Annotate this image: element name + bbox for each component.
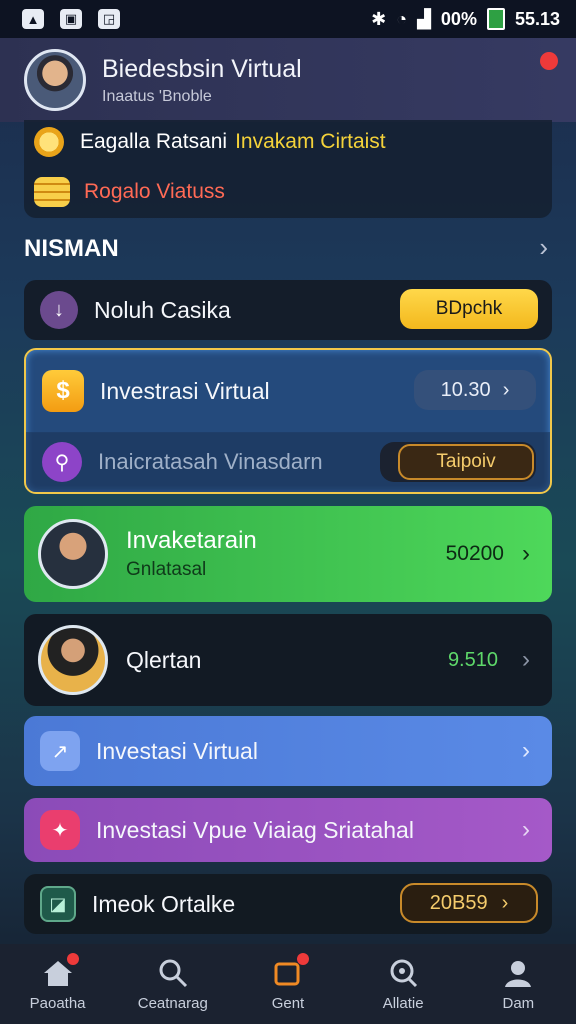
a-icon: ▲ bbox=[22, 9, 44, 29]
reward-row-2[interactable]: Rogalo Viatuss bbox=[34, 172, 225, 212]
card7-value: 20B59 bbox=[429, 891, 488, 914]
battery-icon bbox=[486, 8, 505, 30]
card2-value: 10.30 bbox=[440, 378, 491, 401]
card-label: Investasi Vpue Viaiag Sriatahal bbox=[96, 816, 414, 843]
person-avatar bbox=[38, 625, 108, 695]
search-icon bbox=[156, 957, 190, 989]
nav-item-analytics[interactable]: Allatie bbox=[353, 957, 453, 1012]
header-text: Biedesbsin Virtual Inaatus 'Bnoble bbox=[102, 55, 302, 106]
home-icon bbox=[41, 952, 79, 989]
coin-icon bbox=[34, 127, 64, 157]
card2-value-pill[interactable]: 10.30 › bbox=[414, 370, 536, 410]
reward-row-1[interactable]: Eagalla Ratsani Invakam Cirtaist bbox=[34, 122, 386, 162]
card-investasi-virtual-highlight[interactable]: $ Investrasi Virtual 10.30 › ⚲ Inaicrata… bbox=[24, 348, 552, 494]
status-left-icons: ▲ ▣ ◲ bbox=[22, 9, 120, 29]
card2-bottom-row[interactable]: ⚲ Inaicratasah Vinasdarn Taipoiv bbox=[26, 432, 550, 492]
card-qlertan[interactable]: Qlertan 9.510 › bbox=[24, 614, 552, 706]
image-icon: ▣ bbox=[60, 9, 82, 29]
cart-badge-icon bbox=[296, 952, 309, 965]
bottom-nav: Paoatha Ceatnarag Gent Allatie Dam bbox=[0, 944, 576, 1024]
bluetooth-icon: ✱ bbox=[371, 8, 387, 29]
card7-value-pill[interactable]: 20B59 › bbox=[400, 883, 538, 923]
nav-label: Gent bbox=[271, 994, 305, 1012]
analytics-icon bbox=[386, 957, 420, 989]
cast-icon: ◲ bbox=[98, 9, 120, 29]
card1-action-button[interactable]: BDpchk bbox=[400, 289, 538, 329]
chevron-right-icon[interactable]: › bbox=[522, 540, 530, 568]
battery-text: 00% bbox=[440, 8, 477, 29]
card2-sub-button[interactable]: Taipoiv bbox=[398, 444, 534, 480]
card-noluh-casika[interactable]: ↓ Noluh Casika BDpchk bbox=[24, 280, 552, 340]
section-chevron-icon[interactable]: › bbox=[539, 232, 548, 263]
card3-value: 50200 bbox=[445, 542, 504, 565]
nav-item-profile[interactable]: Dam bbox=[468, 957, 568, 1012]
card3-title: Invaketarain bbox=[126, 527, 257, 554]
arrow-down-icon: ↓ bbox=[40, 291, 78, 329]
chevron-right-icon: › bbox=[502, 378, 510, 401]
profile-header[interactable]: Biedesbsin Virtual Inaatus 'Bnoble bbox=[0, 38, 576, 122]
signal-icon: ▟ bbox=[417, 8, 431, 29]
card-label: Investrasi Virtual bbox=[100, 377, 270, 404]
chevron-right-icon[interactable]: › bbox=[522, 737, 530, 765]
cart-icon bbox=[271, 952, 309, 989]
card3-subtitle: Gnlatasal bbox=[126, 559, 207, 580]
nav-label: Dam bbox=[502, 994, 535, 1012]
card-label: Investasi Virtual bbox=[96, 737, 258, 764]
card-label: Imeok Ortalke bbox=[92, 890, 236, 917]
reward-card[interactable]: Eagalla Ratsani Invakam Cirtaist Rogalo … bbox=[24, 120, 552, 218]
person-avatar bbox=[38, 519, 108, 589]
notification-badge-icon[interactable] bbox=[540, 52, 558, 70]
link-icon: ⚲ bbox=[42, 442, 82, 482]
nav-label: Ceatnarag bbox=[137, 994, 208, 1012]
status-bar: ▲ ▣ ◲ ✱ ◔ ▟ 00% 55.13 bbox=[0, 0, 576, 38]
rocket-icon: ✦ bbox=[40, 810, 80, 850]
chevron-right-icon[interactable]: › bbox=[522, 816, 530, 844]
nav-label: Paoatha bbox=[29, 994, 86, 1012]
reward-line1-text: Eagalla Ratsani bbox=[80, 130, 228, 153]
wifi-icon: ◔ bbox=[396, 8, 408, 29]
card-investasi-vpue[interactable]: ✦ Investasi Vpue Viaiag Sriatahal › bbox=[24, 798, 552, 862]
card-label: Qlertan bbox=[126, 646, 202, 673]
card2-top-row[interactable]: $ Investrasi Virtual 10.30 › bbox=[26, 350, 550, 432]
status-right: ✱ ◔ ▟ 00% 55.13 bbox=[371, 8, 560, 30]
section-title: NISMAN bbox=[24, 235, 119, 262]
clock: 55.13 bbox=[514, 8, 560, 29]
chevron-right-icon[interactable]: › bbox=[522, 646, 530, 674]
card2-sub-button-wrap[interactable]: Taipoiv bbox=[380, 442, 536, 482]
reward-line1-highlight: Invakam Cirtaist bbox=[235, 130, 386, 153]
card4-value: 9.510 bbox=[447, 648, 498, 671]
nav-item-cart[interactable]: Gent bbox=[238, 952, 338, 1012]
chevron-right-icon: › bbox=[501, 891, 509, 914]
nav-item-search[interactable]: Ceatnarag bbox=[123, 957, 223, 1012]
nav-item-home[interactable]: Paoatha bbox=[8, 952, 108, 1012]
profile-icon bbox=[501, 957, 535, 989]
header-title: Biedesbsin Virtual bbox=[102, 54, 302, 83]
card-imeok-ortalke[interactable]: ◪ Imeok Ortalke 20B59 › bbox=[24, 874, 552, 934]
card-invaketarain[interactable]: Invaketarain Gnlatasal 50200 › bbox=[24, 506, 552, 602]
reward-line2-text: Rogalo Viatuss bbox=[84, 180, 225, 203]
header-subtitle: Inaatus 'Bnoble bbox=[102, 87, 212, 105]
coin-stack-icon bbox=[34, 177, 70, 207]
nav-label: Allatie bbox=[382, 994, 424, 1012]
card2-sub-label: Inaicratasah Vinasdarn bbox=[98, 449, 323, 474]
card-investasi-virtual[interactable]: ↗ Investasi Virtual › bbox=[24, 716, 552, 786]
avatar[interactable] bbox=[24, 49, 86, 111]
chart-icon: ◪ bbox=[40, 886, 76, 922]
dollar-icon: $ bbox=[42, 370, 84, 412]
trend-up-icon: ↗ bbox=[40, 731, 80, 771]
card-label: Noluh Casika bbox=[94, 296, 231, 323]
card3-text: Invaketarain Gnlatasal bbox=[126, 527, 257, 581]
home-badge-icon bbox=[66, 952, 79, 965]
